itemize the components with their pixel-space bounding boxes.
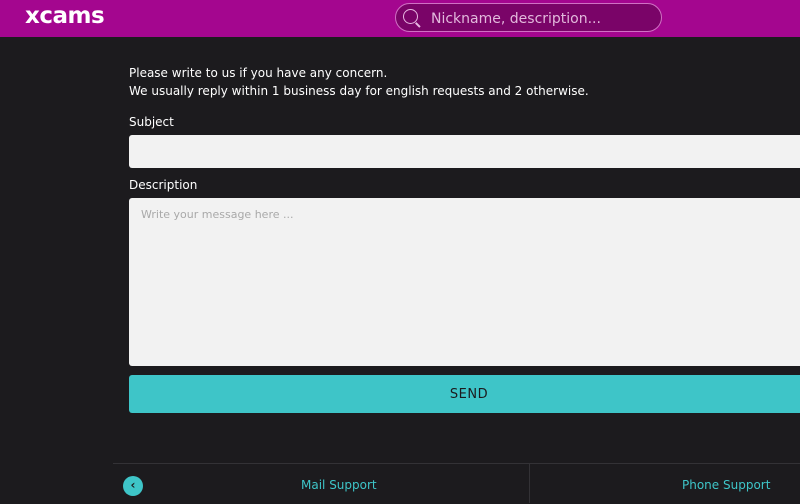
search-input[interactable]: [429, 6, 658, 31]
chevron-left-icon[interactable]: ‹: [123, 476, 143, 496]
phone-support-link[interactable]: Phone Support: [682, 478, 770, 492]
intro-line-2: We usually reply within 1 business day f…: [129, 84, 589, 98]
footer-divider: [529, 463, 530, 503]
subject-label: Subject: [129, 115, 174, 129]
mail-support-link[interactable]: Mail Support: [301, 478, 377, 492]
intro-line-1: Please write to us if you have any conce…: [129, 66, 388, 80]
intro-text: Please write to us if you have any conce…: [129, 64, 589, 100]
subject-input[interactable]: [129, 135, 800, 168]
search-box[interactable]: [395, 3, 662, 32]
description-textarea[interactable]: [129, 198, 800, 366]
logo[interactable]: xcams: [25, 3, 105, 29]
search-icon: [403, 9, 418, 24]
description-label: Description: [129, 178, 198, 192]
send-button[interactable]: SEND: [129, 375, 800, 413]
top-bar: xcams: [0, 0, 800, 37]
